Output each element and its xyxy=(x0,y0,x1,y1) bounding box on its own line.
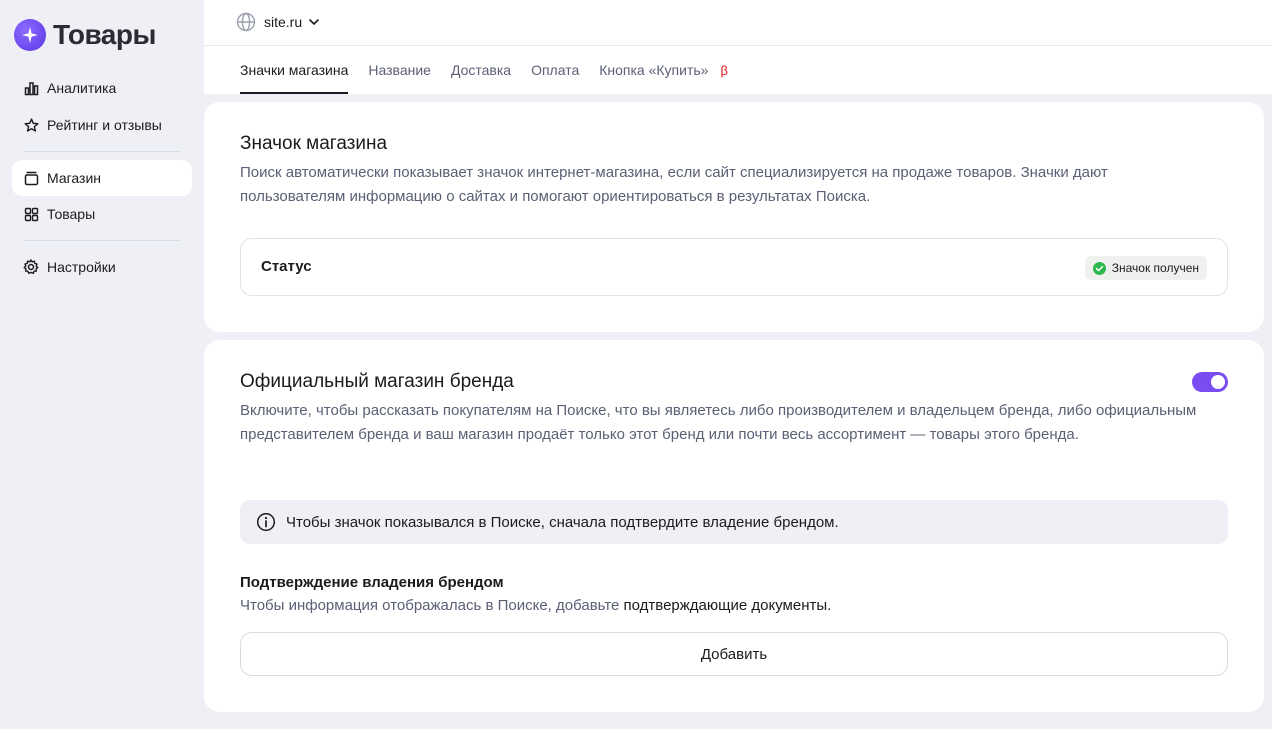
brand-store-toggle[interactable] xyxy=(1192,372,1228,392)
sidebar-item-label: Настройки xyxy=(47,259,116,275)
sidebar-item-label: Товары xyxy=(47,206,96,222)
beta-badge: β xyxy=(720,62,728,78)
header-top-bar: site.ru xyxy=(204,0,1272,46)
page-header: site.ru Значки магазина Название Доставк… xyxy=(204,0,1272,94)
ownership-text: Чтобы информация отображалась в Поиске, … xyxy=(240,597,624,614)
store-icon xyxy=(23,170,39,186)
sidebar-divider xyxy=(23,240,180,241)
brand-store-card: Официальный магазин бренда Включите, что… xyxy=(204,340,1264,712)
status-label: Статус xyxy=(261,258,312,275)
documents-link[interactable]: подтверждающие документы. xyxy=(624,597,832,614)
ownership-title: Подтверждение владения брендом xyxy=(240,574,504,591)
sidebar-item-label: Аналитика xyxy=(47,80,117,96)
site-selector[interactable]: site.ru xyxy=(236,12,320,32)
sidebar-item-rating[interactable]: Рейтинг и отзывы xyxy=(12,107,192,143)
globe-icon xyxy=(236,12,256,32)
tab-name[interactable]: Название xyxy=(368,46,431,94)
sidebar: Товары Аналитика Рейтинг и отзывы Магази… xyxy=(0,0,204,729)
brand-store-description: Включите, чтобы рассказать покупателям н… xyxy=(240,402,1197,443)
info-text: Чтобы значок показывался в Поиске, снача… xyxy=(286,513,839,531)
sidebar-divider xyxy=(23,151,180,152)
app-logo[interactable]: Товары xyxy=(14,19,156,51)
sidebar-item-products[interactable]: Товары xyxy=(12,196,192,232)
store-badge-card: Значок магазина Поиск автоматически пока… xyxy=(204,102,1264,332)
sidebar-item-store[interactable]: Магазин xyxy=(12,160,192,196)
sidebar-item-label: Магазин xyxy=(47,170,102,186)
analytics-icon xyxy=(23,80,39,96)
sparkle-logo-icon xyxy=(14,19,46,51)
sidebar-item-analytics[interactable]: Аналитика xyxy=(12,70,192,106)
tab-buy-button[interactable]: Кнопка «Купить» β xyxy=(599,46,728,94)
tabs: Значки магазина Название Доставка Оплата… xyxy=(240,46,748,94)
info-notice: Чтобы значок показывался в Поиске, снача… xyxy=(240,500,1228,544)
star-icon xyxy=(23,117,39,133)
brand-store-title: Официальный магазин бренда xyxy=(240,371,514,392)
site-name: site.ru xyxy=(264,14,303,30)
tab-payment[interactable]: Оплата xyxy=(531,46,579,94)
add-button[interactable]: Добавить xyxy=(240,632,1228,676)
app-title: Товары xyxy=(53,19,156,50)
tab-store-badges[interactable]: Значки магазина xyxy=(240,46,349,94)
sidebar-item-label: Рейтинг и отзывы xyxy=(47,117,162,133)
chevron-down-icon xyxy=(309,19,319,26)
grid-icon xyxy=(23,206,39,222)
status-value: Значок получен xyxy=(1111,261,1199,275)
info-icon xyxy=(256,512,276,532)
ownership-description: Чтобы информация отображалась в Поиске, … xyxy=(240,597,831,614)
store-badge-description: Поиск автоматически показывает значок ин… xyxy=(240,164,1108,205)
check-circle-icon xyxy=(1092,261,1106,275)
gear-icon xyxy=(23,259,39,275)
status-badge: Значок получен xyxy=(1084,256,1207,280)
store-badge-title: Значок магазина xyxy=(240,133,388,154)
tab-label: Кнопка «Купить» xyxy=(599,62,709,78)
tab-delivery[interactable]: Доставка xyxy=(451,46,511,94)
toggle-knob xyxy=(1211,375,1225,389)
sidebar-item-settings[interactable]: Настройки xyxy=(12,249,192,285)
status-box: Статус Значок получен xyxy=(240,238,1228,296)
